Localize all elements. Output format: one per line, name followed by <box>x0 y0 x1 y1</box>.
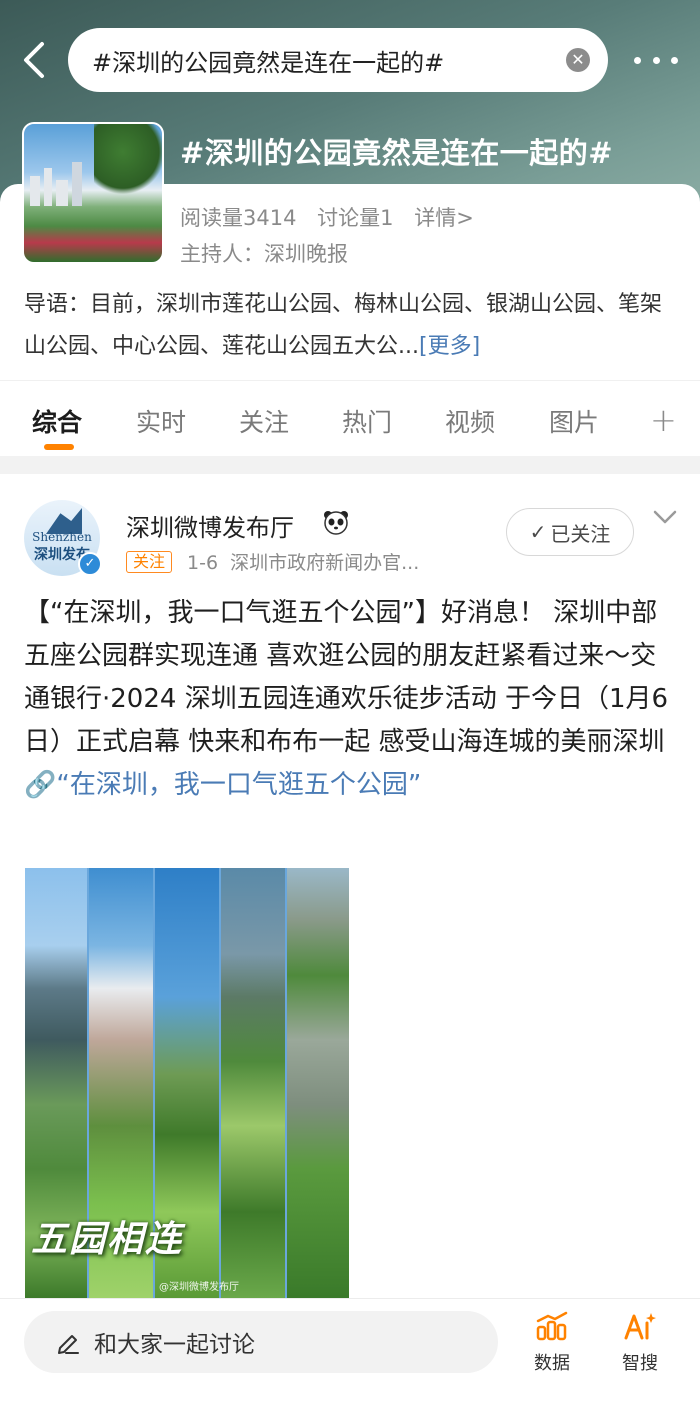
add-tab-icon[interactable]: + <box>650 401 677 439</box>
data-chart-icon <box>536 1311 568 1341</box>
more-options-icon[interactable] <box>634 52 678 68</box>
post-link-text: “在深圳，我一口气逛五个公园” <box>56 770 422 800</box>
post-body-text: 【“在深圳，我一口气逛五个公园”】好消息！ 深圳中部五座公园群实现连通 喜欢逛公… <box>24 598 669 757</box>
data-button[interactable]: 数据 <box>522 1311 582 1375</box>
followed-label: 已关注 <box>550 521 611 546</box>
back-icon[interactable] <box>18 40 52 80</box>
topic-intro: 导语：目前，深圳市莲花山公园、梅林山公园、银湖山公园、笔架山公园、中心公园、莲花… <box>24 284 674 368</box>
read-count: 阅读量3414 <box>180 206 297 230</box>
post-date: 1-6 <box>187 552 219 574</box>
discuss-count: 讨论量1 <box>317 206 394 230</box>
topic-thumbnail <box>22 122 164 264</box>
post-link[interactable]: 🔗“在深圳，我一口气逛五个公园” <box>24 770 421 800</box>
author-name[interactable]: 深圳微博发布厅 <box>126 508 294 543</box>
tab-video[interactable]: 视频 <box>445 403 495 439</box>
comment-input[interactable]: 和大家一起讨论 <box>24 1311 498 1373</box>
verified-badge-icon: ✓ <box>78 552 102 576</box>
chevron-down-icon[interactable] <box>652 508 678 526</box>
data-label: 数据 <box>534 1353 570 1374</box>
follow-tag: 关注 <box>126 551 173 573</box>
check-icon: ✓ <box>529 520 547 544</box>
active-tab-indicator <box>44 444 74 450</box>
image-caption: 五园相连 <box>31 1218 184 1260</box>
link-icon: 🔗 <box>24 770 57 800</box>
tab-comprehensive[interactable]: 综合 <box>32 403 82 439</box>
bottom-bar: 和大家一起讨论 数据 智搜 <box>0 1298 700 1404</box>
image-watermark: @深圳微博发布厅 <box>159 1282 239 1293</box>
tab-realtime[interactable]: 实时 <box>136 403 186 439</box>
tab-images[interactable]: 图片 <box>549 403 599 439</box>
pen-icon <box>58 1335 79 1354</box>
topic-title: #深圳的公园竟然是连在一起的# <box>180 136 614 170</box>
comment-placeholder: 和大家一起讨论 <box>94 1332 255 1358</box>
tab-following[interactable]: 关注 <box>239 403 289 439</box>
post-source: 深圳市政府新闻办官... <box>230 552 420 574</box>
feed-tabs: 综合 实时 关注 热门 视频 图片 + <box>0 380 700 456</box>
search-query: #深圳的公园竟然是连在一起的# <box>92 48 445 77</box>
ai-search-label: 智搜 <box>622 1353 658 1374</box>
topic-stats: 阅读量3414 讨论量1 详情> <box>180 202 488 232</box>
intro-more-link[interactable]: [更多] <box>419 334 480 359</box>
clear-search-icon[interactable]: ✕ <box>566 48 590 72</box>
details-link[interactable]: 详情> <box>414 206 474 230</box>
topic-host: 主持人：深圳晚报 <box>180 242 348 266</box>
section-divider <box>0 456 700 474</box>
post-meta: 1-6 深圳市政府新闻办官... <box>187 548 419 575</box>
post-text: 【“在深圳，我一口气逛五个公园”】好消息！ 深圳中部五座公园群实现连通 喜欢逛公… <box>24 592 676 807</box>
followed-button[interactable]: ✓ 已关注 <box>506 508 634 556</box>
topic-intro-text: 导语：目前，深圳市莲花山公园、梅林山公园、银湖山公园、笔架山公园、中心公园、莲花… <box>24 292 663 359</box>
ai-search-icon <box>624 1313 656 1340</box>
tab-hot[interactable]: 热门 <box>342 403 392 439</box>
search-input[interactable]: #深圳的公园竟然是连在一起的# ✕ <box>68 28 608 92</box>
post-image[interactable]: 五园相连 @深圳微博发布厅 <box>25 868 349 1298</box>
avatar-text-en: Shenzhen <box>32 530 92 544</box>
panda-emoji-icon <box>322 508 350 536</box>
ai-search-button[interactable]: 智搜 <box>610 1311 670 1375</box>
